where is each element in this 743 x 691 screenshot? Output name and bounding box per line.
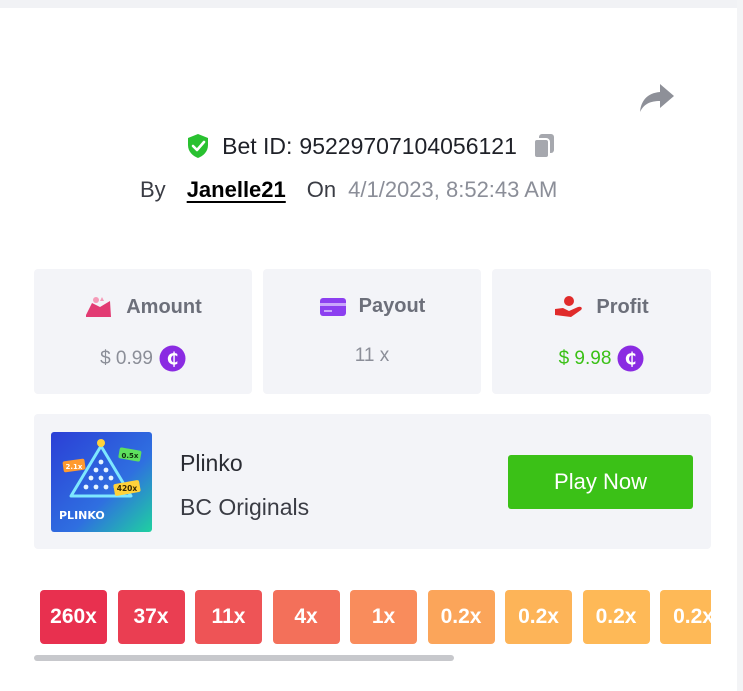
profit-header: Profit bbox=[492, 295, 711, 319]
by-label: By bbox=[140, 177, 166, 202]
profit-label: Profit bbox=[596, 295, 649, 318]
payout-value: 11 x bbox=[354, 345, 390, 366]
amount-value-row: $ 0.99 ₵ bbox=[34, 345, 252, 372]
bet-id-line: Bet ID: 95229707104056121 bbox=[0, 132, 743, 160]
svg-text:₵: ₵ bbox=[625, 350, 637, 370]
multiplier-slot: 0.2x bbox=[660, 590, 711, 644]
payout-header: Payout bbox=[263, 295, 481, 318]
thumb-badge-2: 0.5x bbox=[122, 452, 139, 460]
game-card: 2.1x 0.5x 420x PLINKO Plinko BC Original… bbox=[34, 414, 711, 549]
profit-value-row: $ 9.98 ₵ bbox=[492, 345, 711, 372]
thumb-badge-1: 2.1x bbox=[66, 463, 83, 471]
username-link[interactable]: Janelle21 bbox=[187, 177, 286, 203]
top-bar bbox=[0, 0, 743, 8]
copy-icon[interactable] bbox=[531, 132, 557, 160]
play-now-button[interactable]: Play Now bbox=[508, 455, 693, 509]
bet-id-value: 95229707104056121 bbox=[299, 132, 517, 159]
payout-value-row: 11 x bbox=[263, 345, 481, 367]
bet-meta: By Janelle21 On 4/1/2023, 8:52:43 AM bbox=[140, 177, 557, 203]
card-icon bbox=[319, 297, 346, 316]
bet-datetime: 4/1/2023, 8:52:43 AM bbox=[348, 177, 558, 202]
multiplier-slot: 11x bbox=[195, 590, 262, 644]
game-provider: BC Originals bbox=[180, 494, 310, 520]
bet-id-label: Bet ID: bbox=[222, 132, 293, 159]
thumb-badge-3: 420x bbox=[117, 484, 138, 493]
thumb-title: PLINKO bbox=[59, 509, 105, 522]
amount-value: $ 0.99 bbox=[100, 347, 153, 369]
coin-icon: ₵ bbox=[617, 345, 644, 372]
amount-label: Amount bbox=[126, 295, 202, 318]
profit-value: $ 9.98 bbox=[558, 347, 612, 369]
on-label: On bbox=[306, 177, 337, 202]
multiplier-slot: 37x bbox=[117, 590, 185, 644]
amount-header: Amount bbox=[34, 295, 252, 319]
window-edge bbox=[737, 0, 743, 691]
multiplier-slot: 0.2x bbox=[505, 590, 572, 644]
multiplier-strip: 260x 37x 11x 4x 1x 0.2x 0.2x 0.2x 0.2x bbox=[40, 590, 711, 646]
shield-check-icon bbox=[188, 134, 209, 158]
multiplier-slot: 1x bbox=[350, 590, 417, 644]
amount-icon bbox=[86, 297, 112, 317]
multiplier-slot: 0.2x bbox=[582, 590, 650, 644]
game-thumbnail[interactable]: 2.1x 0.5x 420x PLINKO bbox=[51, 432, 152, 532]
game-name[interactable]: Plinko bbox=[180, 450, 243, 477]
hand-coin-icon bbox=[555, 296, 583, 317]
svg-text:₵: ₵ bbox=[166, 350, 178, 370]
multiplier-slot: 4x bbox=[272, 590, 340, 644]
multiplier-slot: 260x bbox=[40, 590, 107, 644]
profit-card: Profit $ 9.98 ₵ bbox=[492, 269, 711, 394]
multiplier-slot: 0.2x bbox=[427, 590, 495, 644]
amount-card: Amount $ 0.99 ₵ bbox=[34, 269, 252, 394]
coin-icon: ₵ bbox=[159, 345, 186, 372]
payout-label: Payout bbox=[358, 295, 426, 317]
payout-card: Payout 11 x bbox=[263, 269, 481, 394]
share-arrow-icon[interactable] bbox=[638, 82, 676, 114]
horizontal-scrollbar[interactable] bbox=[34, 655, 454, 661]
